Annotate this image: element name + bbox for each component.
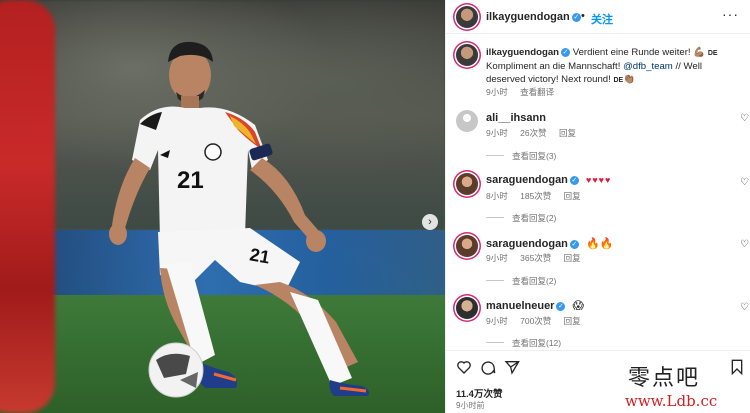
comment-username[interactable]: saraguendogan ✓ ♥♥♥♥ bbox=[486, 174, 611, 186]
shorts-number: 21 bbox=[248, 244, 271, 267]
flag-de-icon: DE bbox=[707, 50, 718, 57]
view-replies-link[interactable]: 查看回复(2) bbox=[486, 212, 556, 224]
post-caption: ilkayguendogan ✓ Verdient eine Runde weit… bbox=[486, 46, 741, 87]
flag-de-icon: DE bbox=[613, 77, 624, 84]
comment-username[interactable]: ali__ihsann bbox=[486, 112, 546, 124]
mention-link[interactable]: @dfb_team bbox=[623, 61, 673, 72]
reply-button[interactable]: 回复 bbox=[564, 191, 581, 201]
comment-meta: 9小时 26次赞 回复 bbox=[486, 127, 586, 139]
caption-time: 9小时 bbox=[486, 87, 508, 97]
heart-icon[interactable]: ♡ bbox=[740, 113, 749, 124]
caption-username[interactable]: ilkayguendogan bbox=[486, 47, 559, 58]
see-translation-link[interactable]: 查看翻译 bbox=[520, 87, 554, 97]
comment-username[interactable]: saraguendogan ✓ 🔥🔥 bbox=[486, 237, 613, 250]
heart-icon[interactable]: ♡ bbox=[740, 177, 749, 188]
avatar[interactable] bbox=[456, 297, 478, 319]
post-time: 9小时前 bbox=[456, 401, 485, 410]
view-replies-link[interactable]: 查看回复(3) bbox=[486, 150, 556, 162]
jersey-number: 21 bbox=[177, 167, 204, 194]
follow-button[interactable]: 关注 bbox=[591, 11, 613, 27]
post-details-panel: ilkayguendogan ✓ • 关注 ··· ilkayguendogan ✓… bbox=[445, 0, 750, 413]
comment-likes[interactable]: 700次赞 bbox=[520, 316, 551, 326]
avatar[interactable] bbox=[456, 44, 478, 66]
avatar[interactable] bbox=[456, 6, 478, 28]
comment-meta: 9小时 700次赞 回复 bbox=[486, 315, 591, 327]
comment-likes[interactable]: 365次赞 bbox=[520, 253, 551, 263]
view-replies-link[interactable]: 查看回复(2) bbox=[486, 275, 556, 287]
comment-likes[interactable]: 185次赞 bbox=[520, 191, 551, 201]
verified-icon: ✓ bbox=[556, 302, 566, 311]
post-header: ilkayguendogan ✓ • 关注 ··· bbox=[446, 0, 750, 34]
clap-emoji: 👏🏽 bbox=[623, 74, 636, 85]
avatar[interactable] bbox=[456, 110, 478, 132]
comment-meta: 9小时 365次赞 回复 bbox=[486, 252, 591, 264]
header-username[interactable]: ilkayguendogan ✓ bbox=[486, 11, 581, 23]
chevron-right-icon[interactable]: › bbox=[422, 214, 438, 230]
separator-dot: • bbox=[581, 10, 585, 22]
post-image[interactable]: 21 21 › bbox=[0, 0, 445, 413]
verified-icon: ✓ bbox=[569, 240, 579, 249]
footballer-figure: 21 21 bbox=[109, 41, 370, 398]
reply-button[interactable]: 回复 bbox=[559, 128, 576, 138]
comment-time: 8小时 bbox=[486, 191, 508, 201]
comment-meta: 8小时 185次赞 回复 bbox=[486, 190, 591, 202]
comment-icon[interactable] bbox=[480, 359, 496, 375]
comment-username[interactable]: manuelneuer ✓ 😱 bbox=[486, 299, 584, 312]
share-icon[interactable] bbox=[504, 359, 520, 375]
heart-icon[interactable]: ♡ bbox=[740, 239, 749, 250]
watermark-url: www.Ldb.cc bbox=[625, 392, 718, 410]
bookmark-icon[interactable] bbox=[730, 359, 744, 375]
reply-button[interactable]: 回复 bbox=[564, 253, 581, 263]
caption-meta: 9小时 查看翻译 bbox=[486, 86, 564, 98]
caption-text-1: Verdient eine Runde weiter! 💪🏽 bbox=[572, 47, 706, 58]
more-options-icon[interactable]: ··· bbox=[722, 6, 739, 22]
comment-likes[interactable]: 26次赞 bbox=[520, 128, 546, 138]
comment-time: 9小时 bbox=[486, 128, 508, 138]
avatar[interactable] bbox=[456, 173, 478, 195]
reply-button[interactable]: 回复 bbox=[564, 316, 581, 326]
caption-text-2: Kompliment an die Mannschaft! bbox=[486, 61, 624, 72]
comment-time: 9小时 bbox=[486, 316, 508, 326]
comment-text: ♥♥♥♥ bbox=[585, 175, 612, 185]
avatar[interactable] bbox=[456, 235, 478, 257]
heart-icon[interactable]: ♡ bbox=[740, 302, 749, 313]
like-heart-icon[interactable] bbox=[456, 359, 472, 375]
comment-time: 9小时 bbox=[486, 253, 508, 263]
verified-icon: ✓ bbox=[571, 13, 581, 22]
verified-icon: ✓ bbox=[569, 176, 579, 185]
verified-icon: ✓ bbox=[561, 48, 571, 57]
comment-text: 🔥🔥 bbox=[585, 238, 614, 250]
comment-text: 😱 bbox=[572, 300, 584, 312]
view-replies-link[interactable]: 查看回复(12) bbox=[486, 337, 561, 349]
likes-count[interactable]: 11.4万次赞 bbox=[456, 386, 502, 400]
watermark-text: 零点吧 bbox=[628, 366, 701, 391]
